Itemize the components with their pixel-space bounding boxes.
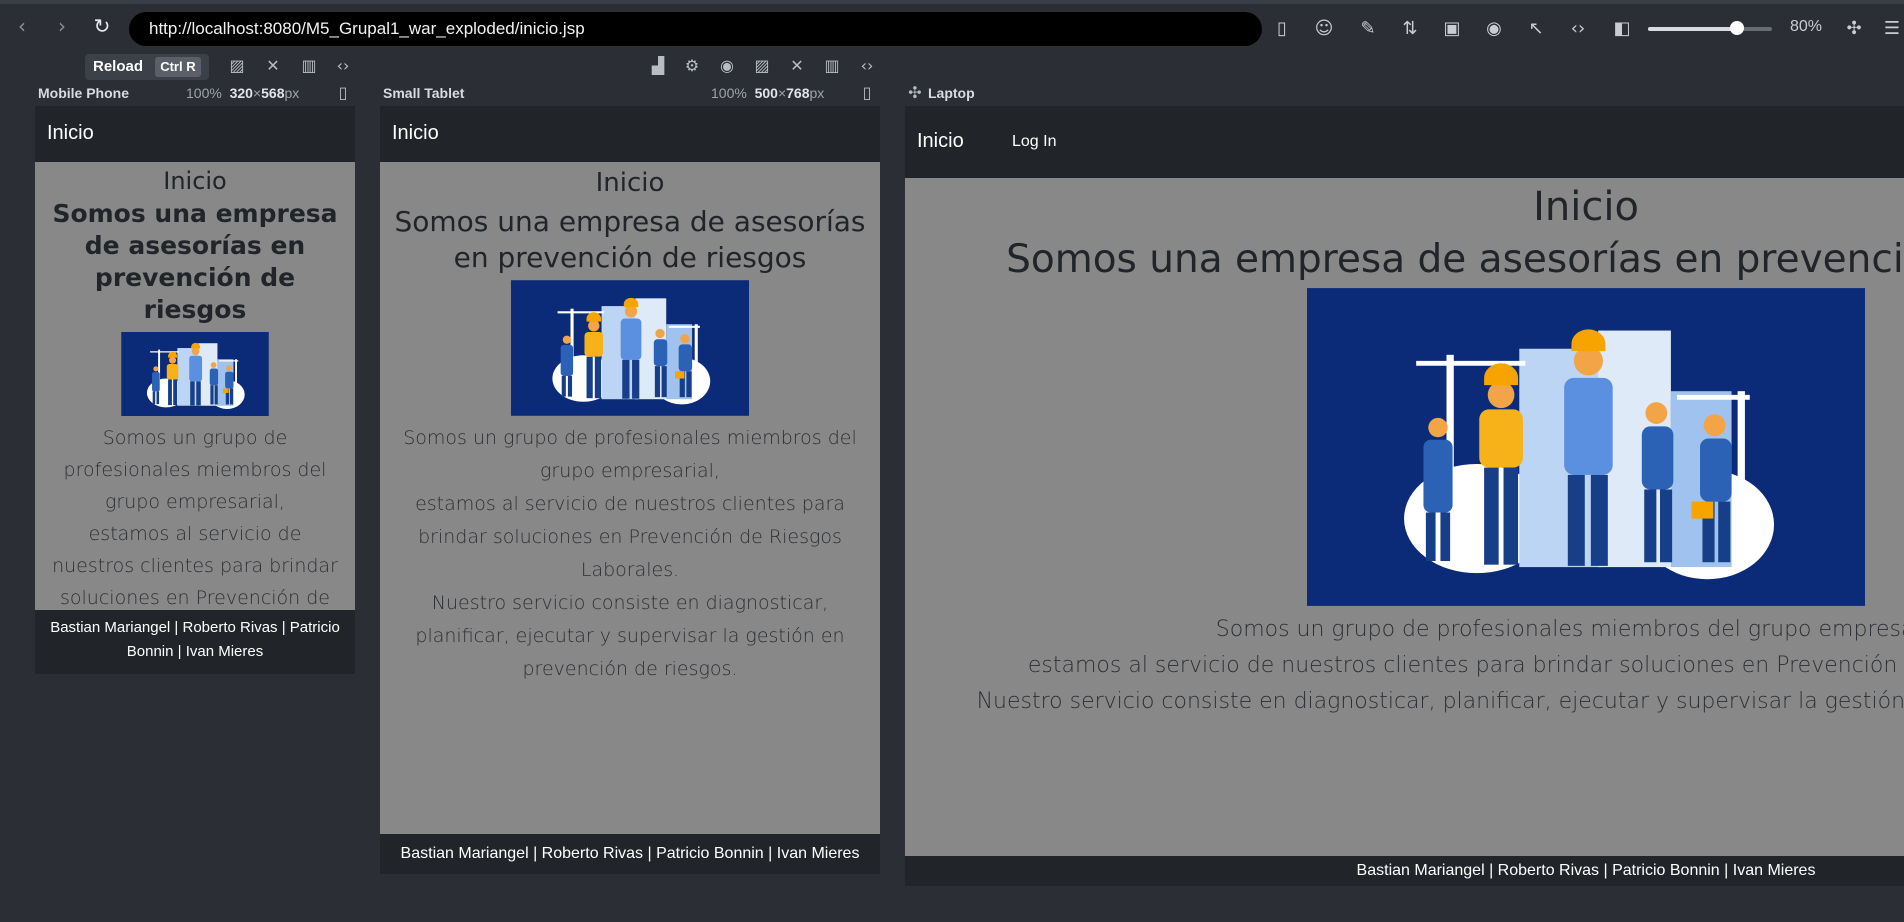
intro-paragraph-1: Somos un grupo de profesionales miembros… — [1215, 617, 1904, 642]
camera-icon[interactable]: ◉ — [716, 55, 738, 77]
reload-icon[interactable]: ↻ — [88, 12, 116, 40]
laptop-main: Inicio Somos una empresa de asesorías en… — [905, 178, 1904, 856]
camera-icon[interactable]: ◉ — [1482, 17, 1506, 41]
laptop-navbar: Inicio Log In — [905, 106, 1904, 178]
code-icon[interactable]: ‹› — [1566, 17, 1590, 41]
intro-paragraph-3: Nuestro servicio consiste en diagnostica… — [415, 592, 845, 680]
sort-icon[interactable]: ⇅ — [1398, 17, 1422, 41]
page-subtitle: Somos una empresa de asesorías en preven… — [394, 205, 866, 274]
tablet-height: 768 — [786, 85, 810, 101]
nav-brand[interactable]: Inicio — [917, 130, 964, 153]
tablet-scale: 100% — [711, 85, 747, 101]
address-bar[interactable]: http://localhost:8080/M5_Grupal1_war_exp… — [129, 12, 1262, 46]
extensions-icon[interactable]: ✣ — [1842, 17, 1866, 41]
viewport-icon[interactable]: ▣ — [1440, 17, 1464, 41]
back-icon[interactable]: ‹ — [8, 12, 36, 40]
chart-icon[interactable]: ▟ — [647, 55, 669, 77]
tablet-width: 500 — [754, 85, 778, 101]
zoom-level: 80% — [1790, 18, 1823, 35]
hero-image — [121, 332, 269, 416]
devices-icon[interactable]: ▥ — [298, 55, 320, 77]
tooltip-label: Reload — [93, 58, 144, 75]
mobile-viewport: Inicio Inicio Somos una empresa de aseso… — [35, 106, 355, 674]
code-icon[interactable]: ‹› — [856, 55, 878, 77]
rotate-icon[interactable]: ▯ — [332, 82, 354, 104]
zoom-slider[interactable] — [1648, 21, 1772, 35]
user-icon[interactable]: ☺ — [1312, 17, 1336, 41]
tablet-main: Inicio Somos una empresa de asesorías en… — [380, 162, 880, 834]
mobile-scale: 100% — [186, 85, 222, 101]
laptop-viewport: Inicio Log In Inicio Somos una empresa d… — [905, 106, 1904, 886]
intro-paragraph-2: estamos al servicio de nuestros clientes… — [1027, 653, 1904, 678]
sidebar-icon[interactable]: ◧ — [1610, 17, 1634, 41]
tablet-footer: Bastian Mariangel | Roberto Rivas | Patr… — [380, 834, 880, 874]
mobile-width: 320 — [229, 85, 253, 101]
mobile-label: Mobile Phone — [38, 85, 129, 101]
tablet-unit: px — [809, 85, 825, 101]
browser-toolbar: ‹ › ↻ http://localhost:8080/M5_Grupal1_w… — [0, 0, 1904, 48]
devices-icon[interactable]: ▥ — [821, 55, 843, 77]
tools-icon[interactable]: ✕ — [262, 55, 284, 77]
nav-brand[interactable]: Inicio — [47, 122, 94, 145]
mobile-main: Inicio Somos una empresa de asesorías en… — [35, 162, 355, 641]
intro-paragraph-1: Somos un grupo de profesionales miembros… — [403, 427, 857, 482]
tablet-label: Small Tablet — [383, 85, 465, 101]
page-title: Inicio — [1533, 184, 1639, 230]
tablet-dimensions: 100% 500×768px — [711, 85, 825, 101]
settings-icon[interactable]: ⚙ — [681, 55, 703, 77]
rotate-icon[interactable]: ▯ — [856, 82, 878, 104]
screenshot-icon[interactable]: ▨ — [751, 55, 773, 77]
tools-icon[interactable]: ✕ — [786, 55, 808, 77]
intro-paragraph-3: Nuestro servicio consiste en diagnostica… — [976, 689, 1904, 714]
mobile-navbar: Inicio — [35, 106, 355, 162]
puzzle-icon: ✣ — [908, 83, 922, 102]
page-title: Inicio — [595, 168, 665, 198]
mobile-footer: Bastian Mariangel | Roberto Rivas | Patr… — [35, 610, 355, 674]
intro-paragraph-2: estamos al servicio de nuestros clientes… — [415, 493, 845, 581]
layout-icon[interactable]: ▯ — [1270, 17, 1294, 41]
zoom-slider-knob[interactable] — [1730, 21, 1744, 35]
nav-login-link[interactable]: Log In — [1012, 133, 1056, 151]
nav-brand[interactable]: Inicio — [392, 122, 439, 145]
inspect-icon[interactable]: ↖ — [1524, 17, 1548, 41]
pen-icon[interactable]: ✎ — [1356, 17, 1380, 41]
page-subtitle: Somos una empresa de asesorías en preven… — [1006, 237, 1904, 282]
mobile-unit: px — [284, 85, 300, 101]
laptop-footer: Bastian Mariangel | Roberto Rivas | Patr… — [905, 856, 1904, 886]
tablet-navbar: Inicio — [380, 106, 880, 162]
hero-image — [511, 280, 749, 416]
mobile-dimensions: 100% 320×568px — [186, 85, 300, 101]
mobile-height: 568 — [261, 85, 285, 101]
page-title: Inicio — [163, 167, 227, 195]
code-icon[interactable]: ‹› — [332, 55, 354, 77]
settings-icon[interactable]: ☰ — [1880, 17, 1904, 41]
tablet-viewport: Inicio Inicio Somos una empresa de aseso… — [380, 106, 880, 874]
tooltip-shortcut: Ctrl R — [155, 57, 201, 77]
reload-tooltip: Reload Ctrl R — [85, 54, 209, 80]
hero-image — [1307, 288, 1865, 606]
screenshot-icon[interactable]: ▨ — [226, 55, 248, 77]
intro-paragraph-1: Somos un grupo de profesionales miembros… — [63, 427, 327, 513]
laptop-label: Laptop — [928, 85, 975, 101]
page-subtitle: Somos una empresa de asesorías en preven… — [52, 199, 338, 324]
forward-icon[interactable]: › — [48, 12, 76, 40]
